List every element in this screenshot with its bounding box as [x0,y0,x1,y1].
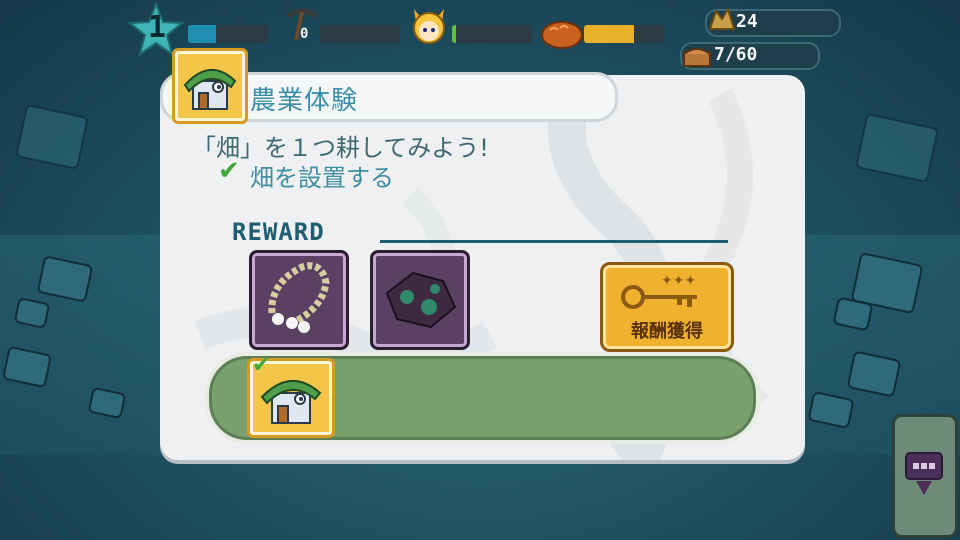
mood-bar [452,25,532,43]
xp-bar [188,25,268,43]
rock [15,103,89,171]
gold-count: 24 [736,11,758,32]
completed-task-icon-frame: ✔ [247,353,335,438]
quest-title: 農業体験 [250,86,359,116]
bread-icon [541,21,583,49]
xp-bar-fill [188,25,216,43]
reward-item-1 [249,250,349,350]
green-roof-house-icon [183,68,237,110]
claim-reward-label: 報酬獲得 [631,321,703,342]
gold-ore-icon [708,6,736,30]
player-level: 1 [148,10,167,45]
rock [854,112,940,184]
pearl-necklace-icon [268,262,330,333]
dark-gem-ore-icon [385,271,457,329]
check-icon: ✔ [218,156,240,186]
chat-bubble-menu-icon [905,452,943,495]
svg-text:✦✦✦: ✦✦✦ [661,273,696,289]
quest-icon-frame [172,48,248,124]
quest-task: 畑を設置する [250,164,394,192]
food-bar-fill [584,25,634,43]
fox-girl-face-icon [413,9,445,44]
reward-heading: REWARD [232,218,325,246]
treasure-chest-icon [683,48,711,67]
check-icon: ✔ [252,353,271,378]
claim-reward-button[interactable]: ✦✦✦ 報酬獲得 [600,262,734,352]
storage-count: 7/60 [714,44,758,65]
stamina-bar [320,25,400,43]
food-bar [584,25,664,43]
pickaxe-count: 0 [300,26,309,42]
mood-bar-fill [452,25,456,43]
reward-item-2 [370,250,470,350]
reward-divider [380,240,728,243]
side-menu-button[interactable] [892,414,958,538]
key-sparkle-icon: ✦✦✦ [621,273,697,309]
